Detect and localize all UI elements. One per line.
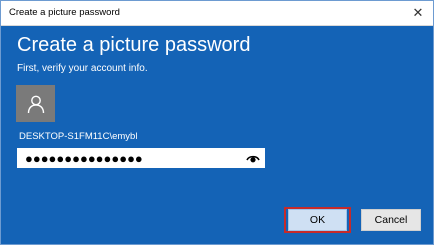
cancel-button[interactable]: Cancel — [361, 209, 421, 231]
window-title: Create a picture password — [9, 7, 120, 18]
title-bar: Create a picture password ✕ — [1, 1, 433, 26]
dialog-window: Create a picture password ✕ Create a pic… — [0, 0, 434, 245]
close-button[interactable]: ✕ — [403, 1, 433, 25]
account-name: DESKTOP-S1FM11C\emybl — [19, 131, 138, 142]
dialog-subtitle: First, verify your account info. — [17, 63, 148, 74]
dialog-heading: Create a picture password — [17, 34, 251, 56]
eye-icon[interactable] — [246, 154, 260, 163]
password-value: ●●●●●●●●●●●●●●● — [25, 151, 143, 166]
close-icon: ✕ — [412, 5, 424, 20]
ok-button[interactable]: OK — [288, 209, 347, 231]
avatar — [16, 85, 55, 122]
password-field[interactable]: ●●●●●●●●●●●●●●● — [17, 148, 265, 168]
user-avatar-icon — [27, 95, 44, 113]
